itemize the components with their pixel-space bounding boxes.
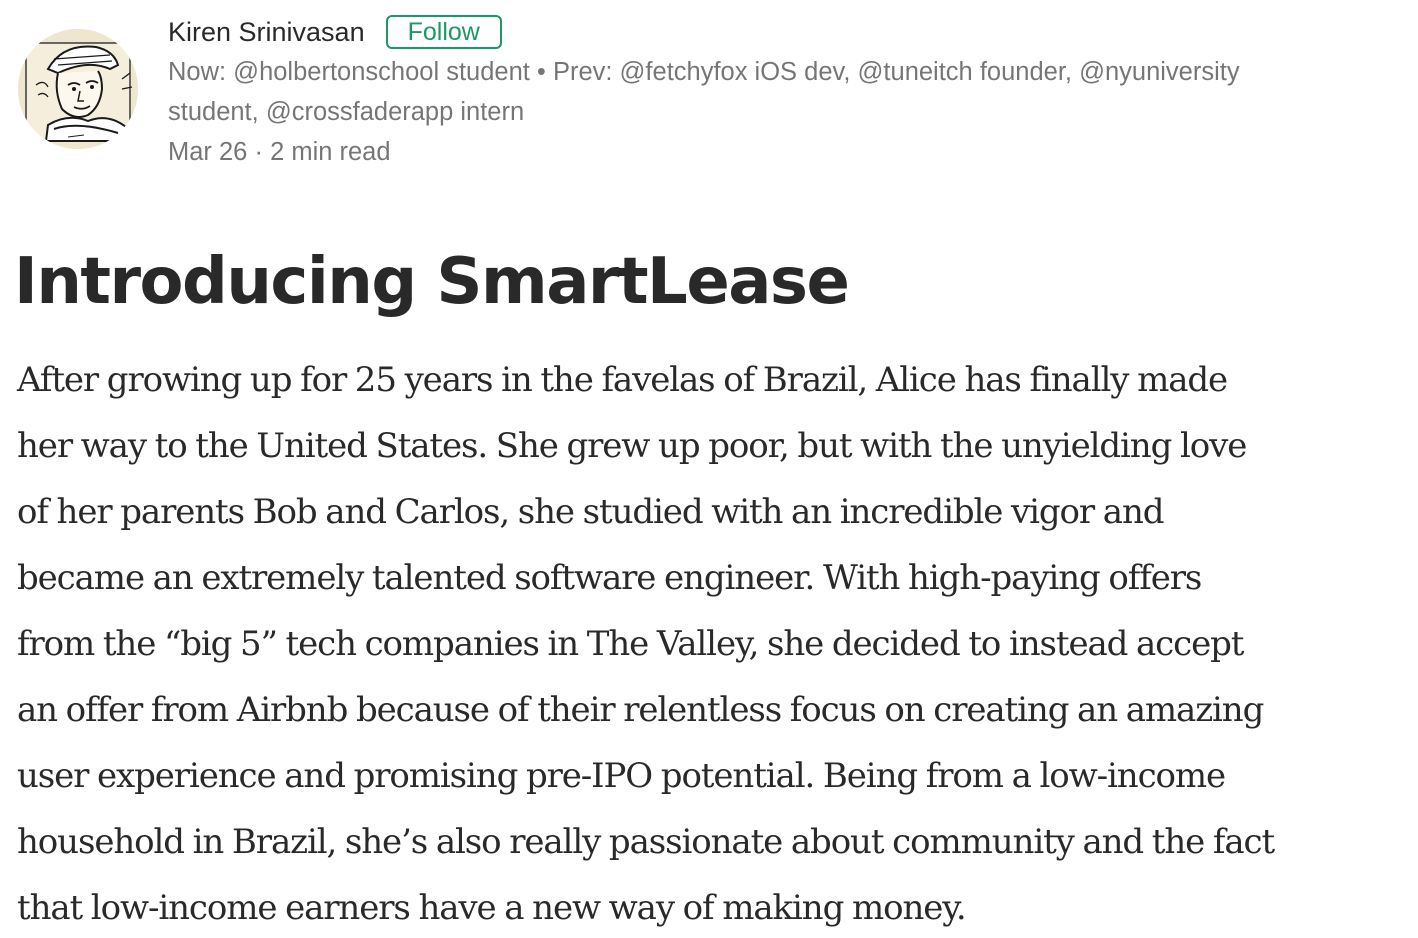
post-date[interactable]: Mar 26 [168, 138, 247, 166]
paragraph-line: user experience and promising pre-IPO po… [17, 756, 1226, 796]
author-name-link[interactable]: Kiren Srinivasan [168, 12, 365, 52]
author-bio: Now: @holbertonschool student • Prev: @f… [168, 52, 1398, 132]
follow-button[interactable]: Follow [385, 15, 502, 49]
post-title: Introducing SmartLease [14, 245, 850, 319]
meta-separator: · [254, 138, 263, 166]
post-meta: Mar 26 · 2 min read [168, 132, 1398, 172]
paragraph-line: from the “big 5” tech companies in The V… [17, 624, 1244, 664]
author-name-row: Kiren Srinivasan Follow [168, 12, 1398, 52]
author-avatar[interactable] [18, 29, 138, 149]
paragraph-line: an offer from Airbnb because of their re… [17, 690, 1264, 730]
sketch-portrait-icon [18, 29, 138, 149]
author-block: Kiren Srinivasan Follow Now: @holbertons… [18, 12, 1398, 172]
paragraph-line: household in Brazil, she’s also really p… [17, 822, 1275, 862]
paragraph-line: her way to the United States. She grew u… [17, 426, 1247, 466]
author-bio-line: student, @crossfaderapp intern [168, 98, 525, 126]
post-body-paragraph: After growing up for 25 years in the fav… [17, 347, 1415, 938]
paragraph-line: After growing up for 25 years in the fav… [17, 360, 1228, 400]
paragraph-line: of her parents Bob and Carlos, she studi… [17, 492, 1165, 532]
author-bio-line: Now: @holbertonschool student • Prev: @f… [168, 58, 1240, 86]
author-info: Kiren Srinivasan Follow Now: @holbertons… [168, 12, 1398, 172]
read-time: 2 min read [270, 138, 391, 166]
paragraph-line: that low-income earners have a new way o… [17, 888, 967, 928]
paragraph-line: became an extremely talented software en… [17, 558, 1202, 598]
